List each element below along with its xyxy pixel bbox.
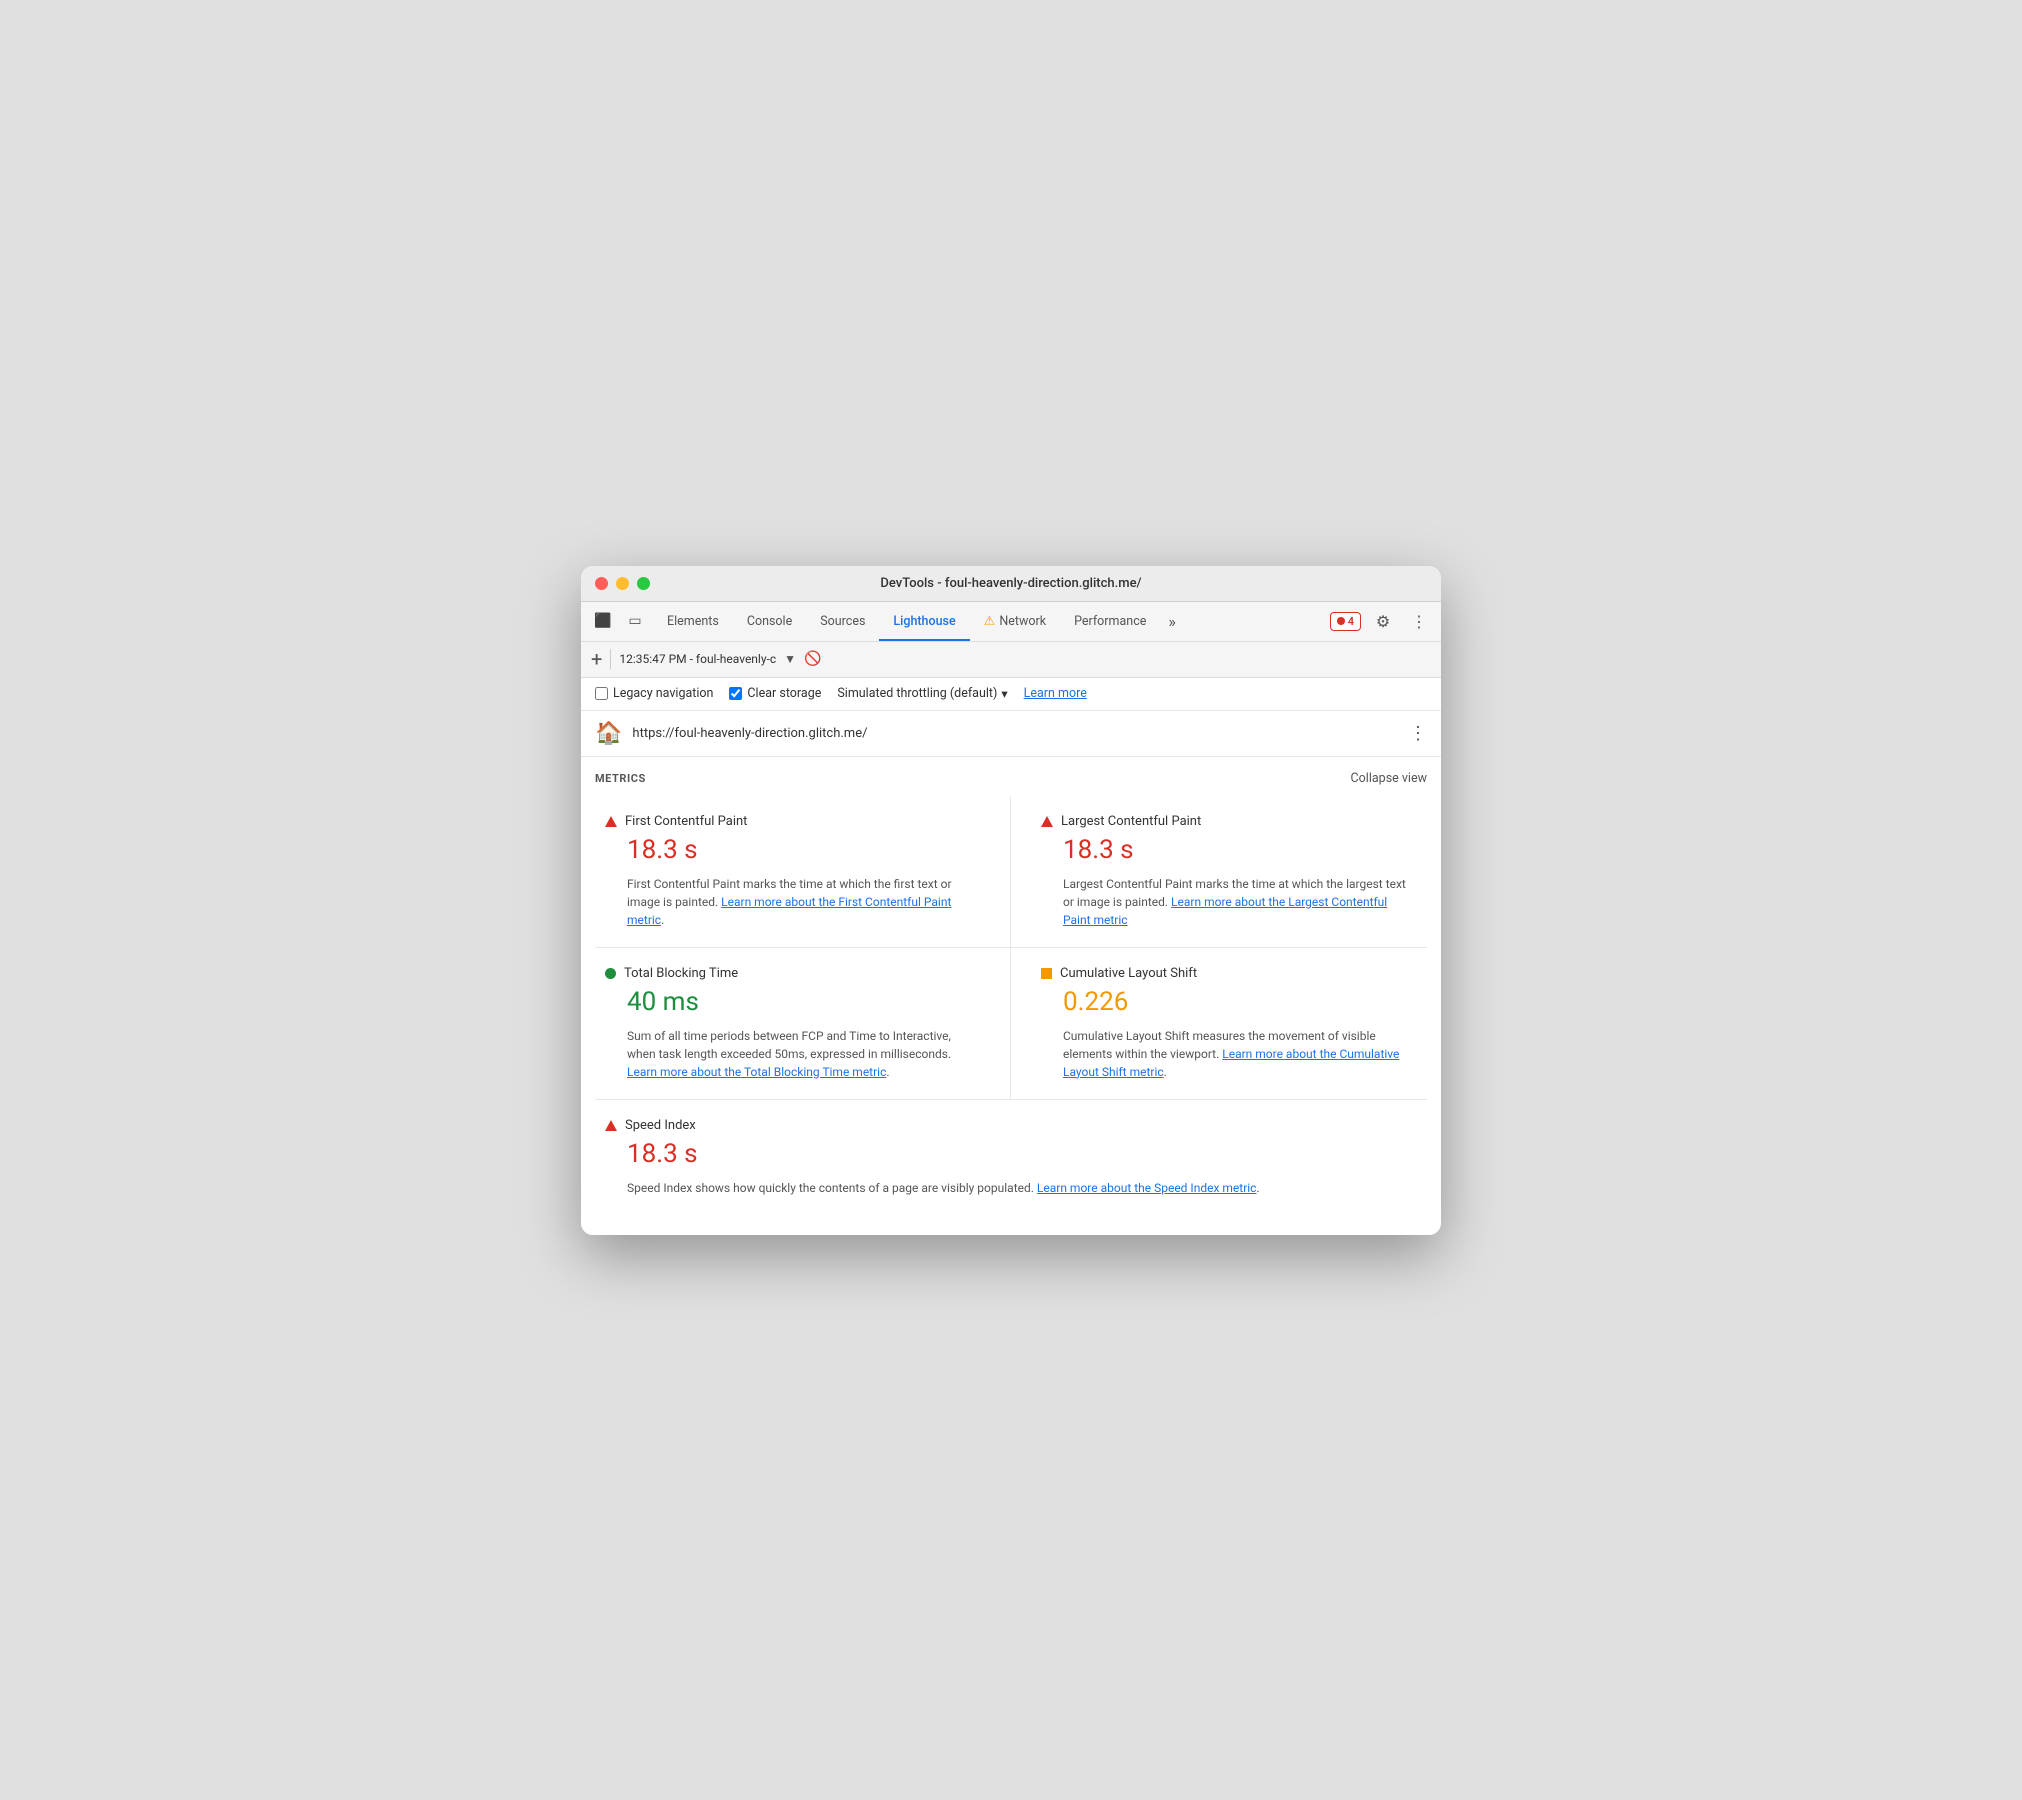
- close-button[interactable]: [595, 577, 608, 590]
- network-warning-icon: ⚠: [984, 614, 996, 629]
- clear-storage-checkbox-label[interactable]: Clear storage: [729, 686, 821, 701]
- legacy-nav-checkbox[interactable]: [595, 687, 608, 700]
- si-description: Speed Index shows how quickly the conten…: [627, 1179, 1397, 1197]
- lcp-status-icon: [1041, 814, 1053, 828]
- more-options-icon[interactable]: ⋮: [1405, 607, 1433, 635]
- cls-status-icon: [1041, 966, 1052, 980]
- cls-value: 0.226: [1063, 987, 1407, 1017]
- metric-fcp: First Contentful Paint 18.3 s First Cont…: [595, 796, 1011, 948]
- error-badge[interactable]: 4: [1330, 612, 1361, 631]
- metrics-section: METRICS Collapse view First Contentful P…: [581, 757, 1441, 1235]
- tab-network[interactable]: ⚠ Network: [970, 601, 1060, 641]
- address-bar: + 12:35:47 PM - foul-heavenly-c ▼ 🚫: [581, 642, 1441, 678]
- clear-storage-checkbox[interactable]: [729, 687, 742, 700]
- tab-more[interactable]: »: [1160, 601, 1184, 641]
- tbt-value: 40 ms: [627, 987, 980, 1017]
- tbt-name: Total Blocking Time: [624, 966, 738, 981]
- tab-console[interactable]: Console: [733, 601, 806, 641]
- cls-name: Cumulative Layout Shift: [1060, 966, 1197, 981]
- tab-bar-right: 4 ⚙ ⋮: [1330, 607, 1433, 635]
- tab-sources[interactable]: Sources: [806, 601, 879, 641]
- tab-elements[interactable]: Elements: [653, 601, 733, 641]
- url-text: https://foul-heavenly-direction.glitch.m…: [632, 726, 1399, 741]
- metric-tbt-header: Total Blocking Time: [605, 966, 980, 981]
- metric-tbt: Total Blocking Time 40 ms Sum of all tim…: [595, 948, 1011, 1100]
- metric-lcp: Largest Contentful Paint 18.3 s Largest …: [1011, 796, 1427, 948]
- timestamp-label: 12:35:47 PM - foul-heavenly-c: [619, 652, 776, 666]
- url-bar: 🏠 https://foul-heavenly-direction.glitch…: [581, 711, 1441, 757]
- metric-si-header: Speed Index: [605, 1118, 1397, 1133]
- metrics-title: METRICS: [595, 772, 646, 785]
- throttle-dropdown[interactable]: Simulated throttling (default) ▾: [837, 686, 1007, 702]
- cls-description: Cumulative Layout Shift measures the mov…: [1063, 1027, 1407, 1081]
- tbt-learn-more-link[interactable]: Learn more about the Total Blocking Time…: [627, 1065, 886, 1079]
- metrics-header: METRICS Collapse view: [595, 757, 1427, 796]
- fcp-description: First Contentful Paint marks the time at…: [627, 875, 980, 929]
- lcp-description: Largest Contentful Paint marks the time …: [1063, 875, 1407, 929]
- block-icon[interactable]: 🚫: [804, 651, 821, 667]
- metrics-grid: First Contentful Paint 18.3 s First Cont…: [595, 796, 1427, 1215]
- si-name: Speed Index: [625, 1118, 696, 1133]
- metric-fcp-header: First Contentful Paint: [605, 814, 980, 829]
- inspect-icon[interactable]: ⬛: [589, 607, 617, 635]
- tbt-description: Sum of all time periods between FCP and …: [627, 1027, 980, 1081]
- fcp-status-icon: [605, 814, 617, 828]
- device-icon[interactable]: ▭: [621, 607, 649, 635]
- fcp-value: 18.3 s: [627, 835, 980, 865]
- si-status-icon: [605, 1118, 617, 1132]
- tbt-status-icon: [605, 966, 616, 980]
- tab-bar: ⬛ ▭ Elements Console Sources Lighthouse …: [581, 602, 1441, 642]
- timestamp-dropdown[interactable]: ▼: [784, 652, 796, 666]
- si-learn-more-link[interactable]: Learn more about the Speed Index metric: [1037, 1181, 1257, 1195]
- metric-cls: Cumulative Layout Shift 0.226 Cumulative…: [1011, 948, 1427, 1100]
- traffic-lights: [595, 577, 650, 590]
- tab-lighthouse[interactable]: Lighthouse: [879, 601, 969, 641]
- learn-more-link[interactable]: Learn more: [1024, 686, 1087, 701]
- options-bar: Legacy navigation Clear storage Simulate…: [581, 678, 1441, 711]
- metric-cls-header: Cumulative Layout Shift: [1041, 966, 1407, 981]
- lcp-name: Largest Contentful Paint: [1061, 814, 1201, 829]
- collapse-view-button[interactable]: Collapse view: [1351, 771, 1427, 786]
- address-divider: [610, 649, 611, 669]
- maximize-button[interactable]: [637, 577, 650, 590]
- title-bar: DevTools - foul-heavenly-direction.glitc…: [581, 566, 1441, 602]
- settings-icon[interactable]: ⚙: [1369, 607, 1397, 635]
- si-value: 18.3 s: [627, 1139, 1397, 1169]
- url-more-button[interactable]: ⋮: [1409, 723, 1427, 744]
- devtools-window: DevTools - foul-heavenly-direction.glitc…: [581, 566, 1441, 1235]
- lcp-value: 18.3 s: [1063, 835, 1407, 865]
- fcp-name: First Contentful Paint: [625, 814, 747, 829]
- throttle-chevron-icon: ▾: [1001, 686, 1007, 702]
- minimize-button[interactable]: [616, 577, 629, 590]
- metric-si: Speed Index 18.3 s Speed Index shows how…: [595, 1100, 1427, 1215]
- window-title: DevTools - foul-heavenly-direction.glitc…: [880, 576, 1141, 591]
- error-dot: [1337, 617, 1345, 625]
- new-tab-button[interactable]: +: [591, 649, 602, 669]
- legacy-nav-checkbox-label[interactable]: Legacy navigation: [595, 686, 713, 701]
- tab-performance[interactable]: Performance: [1060, 601, 1160, 641]
- metric-lcp-header: Largest Contentful Paint: [1041, 814, 1407, 829]
- lighthouse-icon: 🏠: [595, 721, 622, 746]
